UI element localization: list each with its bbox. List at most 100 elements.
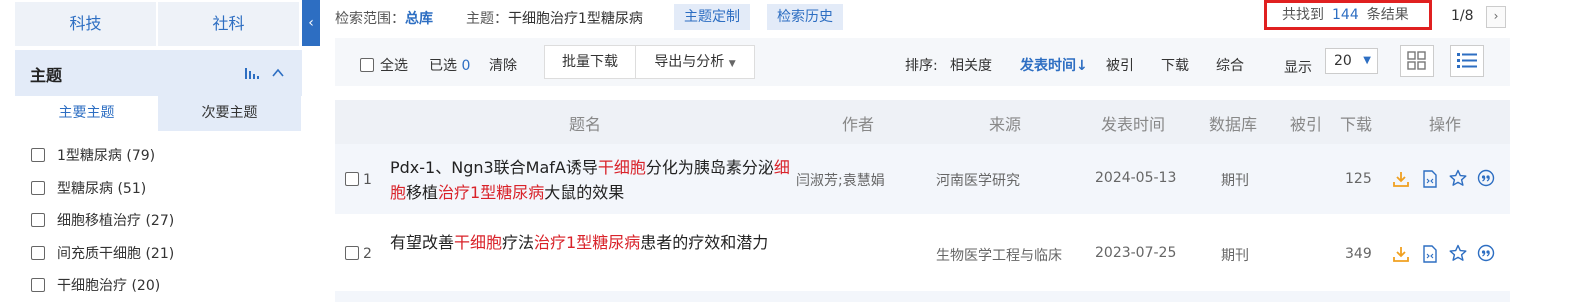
sort-relevance[interactable]: 相关度 [950, 55, 992, 75]
facet-item[interactable]: 1型糖尿病 (79) [31, 144, 155, 168]
facet-item[interactable]: 干细胞治疗 (20) [31, 274, 160, 298]
search-topic: 主题：干细胞治疗1型糖尿病 [466, 8, 643, 28]
facet-item-label: 型糖尿病 [57, 181, 113, 197]
checkbox[interactable] [31, 213, 45, 227]
result-count: 144 [1332, 7, 1359, 23]
topic-customize-button[interactable]: 主题定制 [674, 4, 750, 30]
category-tabs: 科技 社科 [15, 0, 302, 46]
caret-down-icon: ▼ [728, 59, 736, 69]
subtab-minor-topic[interactable]: 次要主题 [158, 96, 301, 131]
title-segment: 移植 [406, 183, 439, 202]
favorite-star-icon[interactable] [1449, 169, 1467, 187]
source-link[interactable]: 河南医学研究 [936, 170, 1020, 190]
row-checkbox[interactable] [345, 172, 359, 186]
next-page-button[interactable]: › [1486, 6, 1506, 28]
sort-downloads[interactable]: 下载 [1161, 55, 1189, 75]
grid-view-button[interactable] [1400, 45, 1434, 77]
row-select[interactable]: 1 [345, 172, 372, 188]
facet-item[interactable]: 间充质干细胞 (21) [31, 242, 174, 266]
column-header-source: 来源 [989, 115, 1022, 134]
select-all-checkbox[interactable] [360, 58, 374, 72]
facet-item-count: (79) [126, 148, 156, 164]
publish-date: 2023-07-25 [1095, 245, 1177, 261]
title-segment: 有望改善 [390, 233, 455, 252]
download-count: 349 [1345, 246, 1372, 262]
title-highlight: 治疗1型糖尿病 [534, 233, 641, 252]
download-icon[interactable] [1392, 170, 1410, 188]
chevron-up-icon[interactable] [271, 66, 285, 80]
sort-publish-time[interactable]: 发表时间↓ [1020, 55, 1088, 75]
selected-label: 已选 [429, 58, 457, 74]
facet-item-label: 细胞移植治疗 [57, 213, 141, 229]
tab-science-tech[interactable]: 科技 [15, 2, 156, 46]
sort-label: 排序: [905, 58, 938, 74]
sort-down-arrow-icon: ↓ [1076, 58, 1088, 74]
facet-item-label: 干细胞治疗 [57, 278, 127, 294]
selected-indicator: 已选 0 [429, 55, 470, 75]
export-analyze-label: 导出与分析 [654, 54, 725, 70]
facet-subtabs: 主要主题 次要主题 [15, 96, 302, 131]
result-count-box: 共找到 144 条结果 [1264, 0, 1432, 30]
quote-icon[interactable] [1477, 244, 1495, 262]
sidebar-collapse-button[interactable]: ‹ [302, 0, 320, 46]
title-segment: 疗法 [502, 233, 535, 252]
bar-chart-icon[interactable] [244, 66, 260, 80]
checkbox[interactable] [31, 278, 45, 292]
batch-download-button[interactable]: 批量下载 [544, 45, 636, 79]
search-history-button[interactable]: 检索历史 [767, 4, 843, 30]
checkbox[interactable] [31, 246, 45, 260]
facet-item-count: (21) [145, 246, 175, 262]
facet-item-label: 1型糖尿病 [57, 148, 122, 164]
result-prefix: 共找到 [1282, 7, 1324, 23]
table-row [335, 291, 1510, 302]
facet-item[interactable]: 型糖尿病 (51) [31, 177, 146, 201]
title-segment: 大鼠的效果 [544, 183, 625, 202]
html-read-icon[interactable] [1421, 170, 1439, 188]
row-checkbox[interactable] [345, 246, 359, 260]
article-title-link[interactable]: 有望改善干细胞疗法治疗1型糖尿病患者的疗效和潜力 [390, 230, 790, 255]
export-analyze-dropdown[interactable]: 导出与分析 ▼ [635, 45, 755, 79]
page-indicator: 1/8 [1451, 8, 1474, 24]
caret-down-icon: ▼ [1363, 55, 1371, 66]
title-highlight: 干细胞 [597, 158, 646, 177]
database-type: 期刊 [1221, 248, 1249, 264]
facet-item[interactable]: 细胞移植治疗 (27) [31, 209, 174, 233]
facet-item-count: (51) [117, 181, 147, 197]
sort-cited[interactable]: 被引 [1106, 55, 1134, 75]
column-header-database: 数据库 [1209, 115, 1258, 134]
title-segment: 分化为胰岛素分泌 [645, 158, 774, 177]
row-select[interactable]: 2 [345, 246, 372, 262]
page-size-value: 20 [1334, 53, 1352, 69]
facet-item-count: (20) [131, 278, 161, 294]
title-segment: Pdx-1、Ngn3联合MafA诱导 [390, 158, 598, 177]
article-title-link[interactable]: Pdx-1、Ngn3联合MafA诱导干细胞分化为胰岛素分泌细胞移植治疗1型糖尿病… [390, 155, 790, 205]
column-header-author: 作者 [842, 115, 875, 134]
scope-value[interactable]: 总库 [405, 11, 433, 27]
selected-count: 0 [461, 58, 471, 74]
result-suffix: 条结果 [1366, 7, 1409, 23]
title-segment: 患者的疗效和潜力 [640, 233, 769, 252]
display-label: 显示 [1284, 60, 1312, 76]
clear-selection-button[interactable]: 清除 [489, 55, 517, 75]
download-icon[interactable] [1392, 245, 1410, 263]
author-link[interactable]: 闫淑芳;袁慧娟 [796, 170, 885, 190]
checkbox[interactable] [31, 148, 45, 162]
topic-value: 干细胞治疗1型糖尿病 [508, 11, 643, 27]
select-all[interactable]: 全选 [360, 55, 408, 75]
grid-view-icon [1407, 51, 1426, 70]
subtab-major-topic[interactable]: 主要主题 [15, 96, 158, 131]
tab-social-science[interactable]: 社科 [158, 2, 299, 46]
title-highlight: 治疗1型糖尿病 [438, 183, 545, 202]
download-count: 125 [1345, 171, 1372, 187]
select-all-label: 全选 [380, 58, 408, 74]
html-read-icon[interactable] [1421, 245, 1439, 263]
sort-comprehensive[interactable]: 综合 [1216, 55, 1244, 75]
quote-icon[interactable] [1477, 169, 1495, 187]
list-view-icon [1457, 53, 1477, 68]
list-view-button[interactable] [1450, 45, 1484, 77]
checkbox[interactable] [31, 181, 45, 195]
favorite-star-icon[interactable] [1449, 244, 1467, 262]
topic-label: 主题： [466, 11, 508, 27]
page-size-select[interactable]: 20 ▼ [1325, 48, 1378, 74]
source-link[interactable]: 生物医学工程与临床 [936, 245, 1062, 265]
